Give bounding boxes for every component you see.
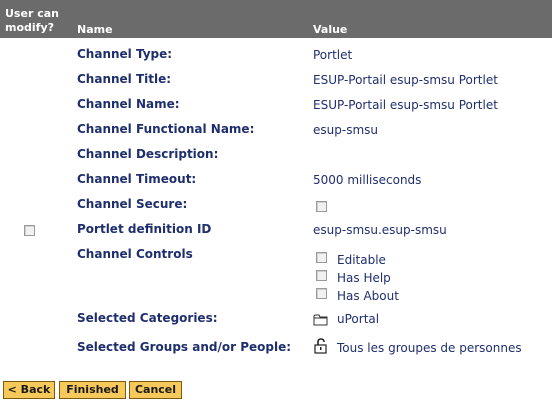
channel-controls-label: Channel Controls <box>77 247 193 261</box>
table-header: User can modify? Name Value <box>0 0 552 38</box>
channel-functional-name-label: Channel Functional Name: <box>77 122 255 136</box>
selected-groups-row: Selected Groups and/or People: Tous les … <box>0 338 552 358</box>
selected-group-all[interactable]: Tous les groupes de personnes <box>337 341 522 355</box>
selected-categories-row: Selected Categories: uPortal <box>0 309 552 329</box>
portlet-id-modify-checkbox[interactable] <box>24 225 35 236</box>
channel-name-row: Channel Name: ESUP-Portail esup-smsu Por… <box>0 95 552 115</box>
channel-timeout-label: Channel Timeout: <box>77 172 197 186</box>
selected-category-uportal[interactable]: uPortal <box>337 312 379 326</box>
has-help-checkbox[interactable] <box>316 270 327 281</box>
portlet-definition-id-value: esup-smsu.esup-smsu <box>313 223 447 237</box>
modify-header-line2: modify? <box>5 21 55 34</box>
padlock-icon <box>313 338 329 354</box>
selected-categories-label: Selected Categories: <box>77 311 218 325</box>
finished-button[interactable]: Finished <box>59 381 126 399</box>
channel-secure-checkbox[interactable] <box>316 201 327 212</box>
channel-type-value: Portlet <box>313 48 353 62</box>
channel-timeout-value: 5000 milliseconds <box>313 173 422 187</box>
value-column-header: Value <box>313 23 348 36</box>
has-about-checkbox[interactable] <box>316 288 327 299</box>
modify-header-line1: User can <box>5 7 59 20</box>
channel-name-label: Channel Name: <box>77 97 180 111</box>
has-help-label: Has Help <box>337 271 391 285</box>
channel-type-label: Channel Type: <box>77 47 173 61</box>
has-about-label: Has About <box>337 289 399 303</box>
channel-secure-label: Channel Secure: <box>77 197 188 211</box>
channel-description-row: Channel Description: <box>0 145 552 165</box>
portlet-definition-id-label: Portlet definition ID <box>77 222 212 236</box>
channel-title-row: Channel Title: ESUP-Portail esup-smsu Po… <box>0 70 552 90</box>
channel-description-label: Channel Description: <box>77 147 219 161</box>
user-can-modify-header: User can modify? <box>5 7 59 35</box>
portlet-definition-id-row: Portlet definition ID esup-smsu.esup-sms… <box>0 220 552 240</box>
channel-title-value: ESUP-Portail esup-smsu Portlet <box>313 73 498 87</box>
channel-controls-row: Channel Controls Editable Has Help Has A… <box>0 245 552 305</box>
channel-timeout-row: Channel Timeout: 5000 milliseconds <box>0 170 552 190</box>
editable-label: Editable <box>337 253 386 267</box>
cancel-button[interactable]: Cancel <box>129 381 182 399</box>
channel-name-value: ESUP-Portail esup-smsu Portlet <box>313 98 498 112</box>
selected-groups-label: Selected Groups and/or People: <box>77 340 292 354</box>
channel-functional-name-value: esup-smsu <box>313 123 378 137</box>
editable-checkbox[interactable] <box>316 252 327 263</box>
folder-icon <box>313 312 329 328</box>
name-column-header: Name <box>77 23 113 36</box>
back-button[interactable]: < Back <box>3 381 55 399</box>
channel-type-row: Channel Type: Portlet <box>0 45 552 65</box>
channel-title-label: Channel Title: <box>77 72 172 86</box>
channel-secure-row: Channel Secure: <box>0 195 552 215</box>
channel-functional-name-row: Channel Functional Name: esup-smsu <box>0 120 552 140</box>
